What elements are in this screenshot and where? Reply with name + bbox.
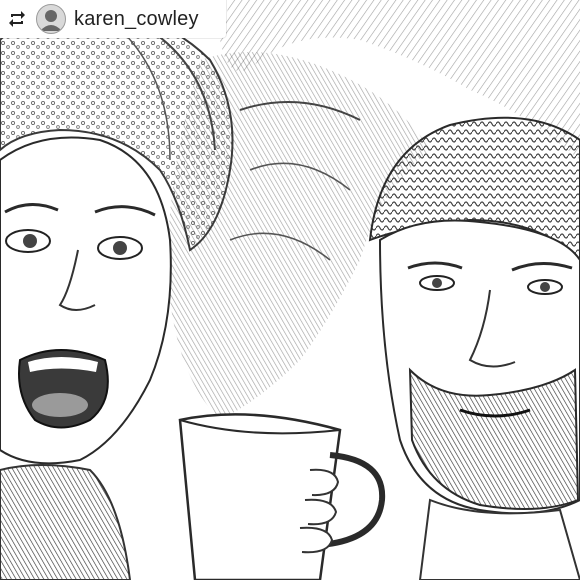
man-figure (368, 116, 580, 580)
repost-icon (6, 8, 28, 30)
sketch-photo (0, 0, 580, 580)
avatar[interactable] (36, 4, 66, 34)
mug (178, 413, 386, 580)
repost-badge[interactable]: karen_cowley (0, 0, 226, 38)
repost-username[interactable]: karen_cowley (74, 8, 199, 31)
photo-post: karen_cowley (0, 0, 580, 580)
